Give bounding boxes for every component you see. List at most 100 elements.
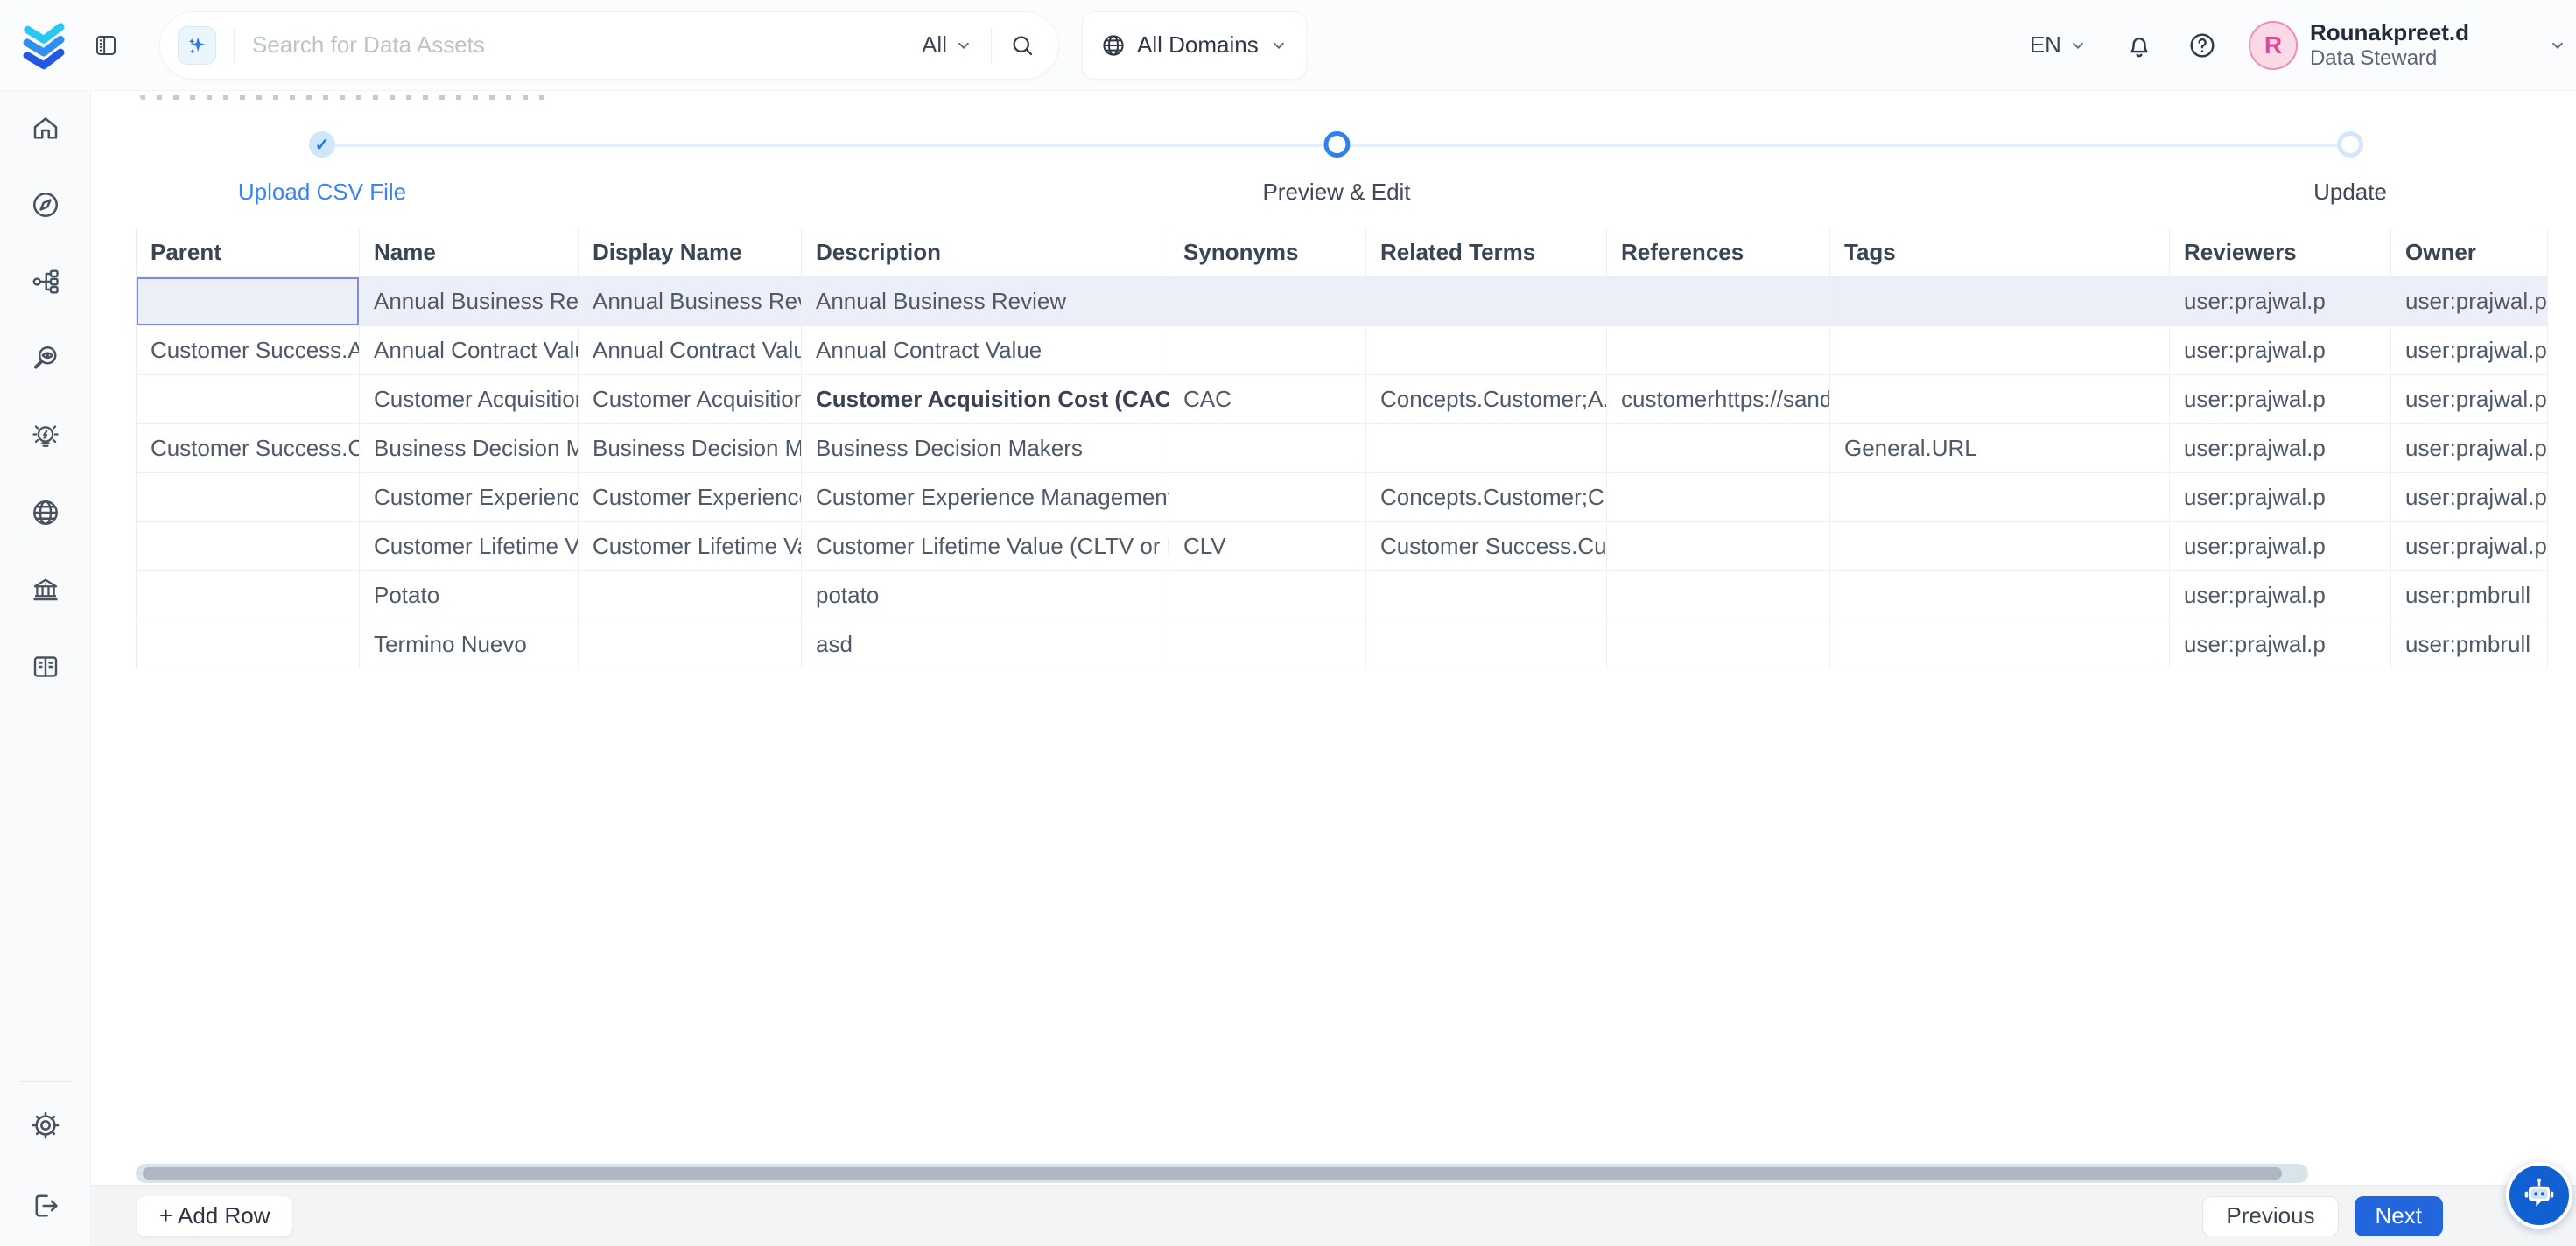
cell-description[interactable]: Business Decision Makers [802, 424, 1169, 473]
cell-related_terms[interactable] [1366, 424, 1607, 473]
cell-synonyms[interactable] [1169, 326, 1366, 375]
cell-name[interactable]: Customer Acquisition ... [360, 375, 579, 424]
cell-references[interactable] [1607, 326, 1830, 375]
sidebar-item-observability[interactable] [25, 338, 67, 380]
previous-button[interactable]: Previous [2202, 1196, 2338, 1236]
cell-related_terms[interactable] [1366, 620, 1607, 669]
cell-references[interactable] [1607, 277, 1830, 326]
cell-name[interactable]: Customer Experience ... [360, 473, 579, 522]
cell-related_terms[interactable]: Concepts.Customer;A... [1366, 375, 1607, 424]
cell-reviewers[interactable]: user:prajwal.p [2170, 326, 2391, 375]
cell-owner[interactable]: user:pmbrull [2391, 571, 2548, 620]
language-selector[interactable]: EN [2030, 32, 2088, 59]
sidebar-item-logout[interactable] [25, 1185, 67, 1227]
cell-display_name[interactable] [579, 571, 802, 620]
user-menu-chevron-icon[interactable] [2548, 36, 2567, 55]
cell-reviewers[interactable]: user:prajwal.p [2170, 571, 2391, 620]
cell-description[interactable]: Customer Lifetime Value (CLTV or LTV) i.… [802, 522, 1169, 571]
cell-tags[interactable] [1830, 277, 2170, 326]
cell-parent[interactable] [137, 620, 360, 669]
cell-name[interactable]: Customer Lifetime Value [360, 522, 579, 571]
cell-related_terms[interactable] [1366, 571, 1607, 620]
user-info[interactable]: Rounakpreet.d Data Steward [2310, 19, 2469, 72]
cell-description[interactable]: Annual Business Review [802, 277, 1169, 326]
horizontal-scrollbar-thumb[interactable] [143, 1167, 2282, 1180]
sidebar-item-govern[interactable] [25, 569, 67, 611]
cell-related_terms[interactable]: Concepts.Customer;C... [1366, 473, 1607, 522]
cell-description[interactable]: Customer Experience Management [802, 473, 1169, 522]
cell-references[interactable] [1607, 424, 1830, 473]
cell-synonyms[interactable] [1169, 277, 1366, 326]
cell-parent[interactable] [137, 277, 360, 326]
sidebar-item-home[interactable] [25, 107, 67, 149]
sidebar-item-lineage[interactable] [25, 261, 67, 303]
app-logo-layers-icon[interactable] [18, 17, 70, 74]
cell-description[interactable]: asd [802, 620, 1169, 669]
cell-owner[interactable]: user:prajwal.p [2391, 375, 2548, 424]
next-button[interactable]: Next [2355, 1196, 2443, 1236]
cell-synonyms[interactable] [1169, 424, 1366, 473]
ai-sparkle-icon[interactable] [178, 26, 216, 65]
cell-synonyms[interactable] [1169, 473, 1366, 522]
cell-display_name[interactable]: Annual Contract Value ... [579, 326, 802, 375]
sidebar-item-settings[interactable] [25, 1104, 67, 1146]
cell-parent[interactable] [137, 375, 360, 424]
cell-tags[interactable] [1830, 522, 2170, 571]
sidebar-item-domains[interactable] [25, 492, 67, 534]
cell-parent[interactable]: Customer Success.An... [137, 326, 360, 375]
cell-description[interactable]: Customer Acquisition Cost (CAC) is a ... [802, 375, 1169, 424]
cell-reviewers[interactable]: user:prajwal.p [2170, 277, 2391, 326]
chat-assistant-button[interactable] [2506, 1162, 2572, 1228]
cell-related_terms[interactable]: Customer Success.Cu... [1366, 522, 1607, 571]
cell-synonyms[interactable]: CLV [1169, 522, 1366, 571]
cell-parent[interactable] [137, 522, 360, 571]
all-domains-dropdown[interactable]: All Domains [1082, 11, 1307, 80]
sidebar-item-glossary[interactable] [25, 646, 67, 688]
cell-name[interactable]: Annual Business Review [360, 277, 579, 326]
search-icon[interactable] [1009, 32, 1035, 59]
cell-synonyms[interactable] [1169, 620, 1366, 669]
cell-owner[interactable]: user:prajwal.p [2391, 326, 2548, 375]
cell-display_name[interactable]: Customer Lifetime Val... [579, 522, 802, 571]
cell-owner[interactable]: user:pmbrull [2391, 620, 2548, 669]
sidebar-item-explore[interactable] [25, 184, 67, 226]
cell-owner[interactable]: user:prajwal.p [2391, 473, 2548, 522]
cell-tags[interactable]: General.URL [1830, 424, 2170, 473]
cell-tags[interactable] [1830, 326, 2170, 375]
cell-owner[interactable]: user:prajwal.p [2391, 277, 2548, 326]
cell-tags[interactable] [1830, 571, 2170, 620]
search-scope-dropdown[interactable]: All [922, 32, 973, 59]
cell-parent[interactable] [137, 473, 360, 522]
cell-references[interactable] [1607, 522, 1830, 571]
cell-tags[interactable] [1830, 473, 2170, 522]
panel-toggle-icon[interactable] [93, 32, 119, 59]
cell-reviewers[interactable]: user:prajwal.p [2170, 424, 2391, 473]
cell-reviewers[interactable]: user:prajwal.p [2170, 375, 2391, 424]
cell-name[interactable]: Business Decision Ma... [360, 424, 579, 473]
cell-owner[interactable]: user:prajwal.p [2391, 522, 2548, 571]
cell-display_name[interactable]: Business Decision Ma... [579, 424, 802, 473]
cell-references[interactable]: customerhttps://sandb... [1607, 375, 1830, 424]
cell-related_terms[interactable] [1366, 277, 1607, 326]
cell-synonyms[interactable] [1169, 571, 1366, 620]
cell-reviewers[interactable]: user:prajwal.p [2170, 473, 2391, 522]
help-icon[interactable] [2187, 31, 2217, 60]
cell-name[interactable]: Potato [360, 571, 579, 620]
cell-parent[interactable]: Customer Success.Cu... [137, 424, 360, 473]
cell-parent[interactable] [137, 571, 360, 620]
cell-display_name[interactable]: Annual Business Revie... [579, 277, 802, 326]
cell-name[interactable]: Annual Contract Value [360, 326, 579, 375]
cell-display_name[interactable] [579, 620, 802, 669]
cell-references[interactable] [1607, 473, 1830, 522]
cell-tags[interactable] [1830, 375, 2170, 424]
cell-references[interactable] [1607, 620, 1830, 669]
cell-description[interactable]: Annual Contract Value [802, 326, 1169, 375]
notifications-bell-icon[interactable] [2124, 31, 2154, 60]
cell-description[interactable]: potato [802, 571, 1169, 620]
cell-synonyms[interactable]: CAC [1169, 375, 1366, 424]
cell-name[interactable]: Termino Nuevo [360, 620, 579, 669]
cell-reviewers[interactable]: user:prajwal.p [2170, 620, 2391, 669]
cell-display_name[interactable]: Customer Experience ... [579, 473, 802, 522]
cell-reviewers[interactable]: user:prajwal.p [2170, 522, 2391, 571]
horizontal-scrollbar-track[interactable] [136, 1164, 2308, 1183]
